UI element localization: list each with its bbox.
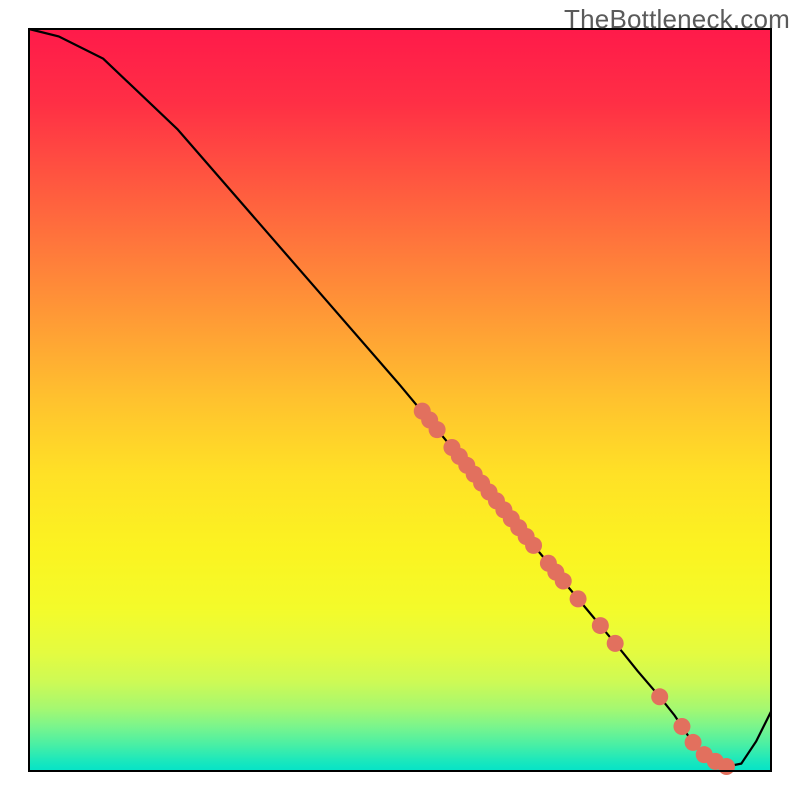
scatter-point — [607, 635, 624, 652]
scatter-point — [651, 688, 668, 705]
bottleneck-chart: TheBottleneck.com — [0, 0, 800, 800]
scatter-point — [555, 573, 572, 590]
scatter-point — [718, 758, 735, 775]
gradient-background — [29, 29, 771, 771]
scatter-point — [592, 617, 609, 634]
watermark-text: TheBottleneck.com — [564, 4, 790, 35]
scatter-point — [673, 718, 690, 735]
scatter-point — [525, 537, 542, 554]
scatter-point — [570, 590, 587, 607]
chart-svg — [0, 0, 800, 800]
scatter-point — [429, 421, 446, 438]
